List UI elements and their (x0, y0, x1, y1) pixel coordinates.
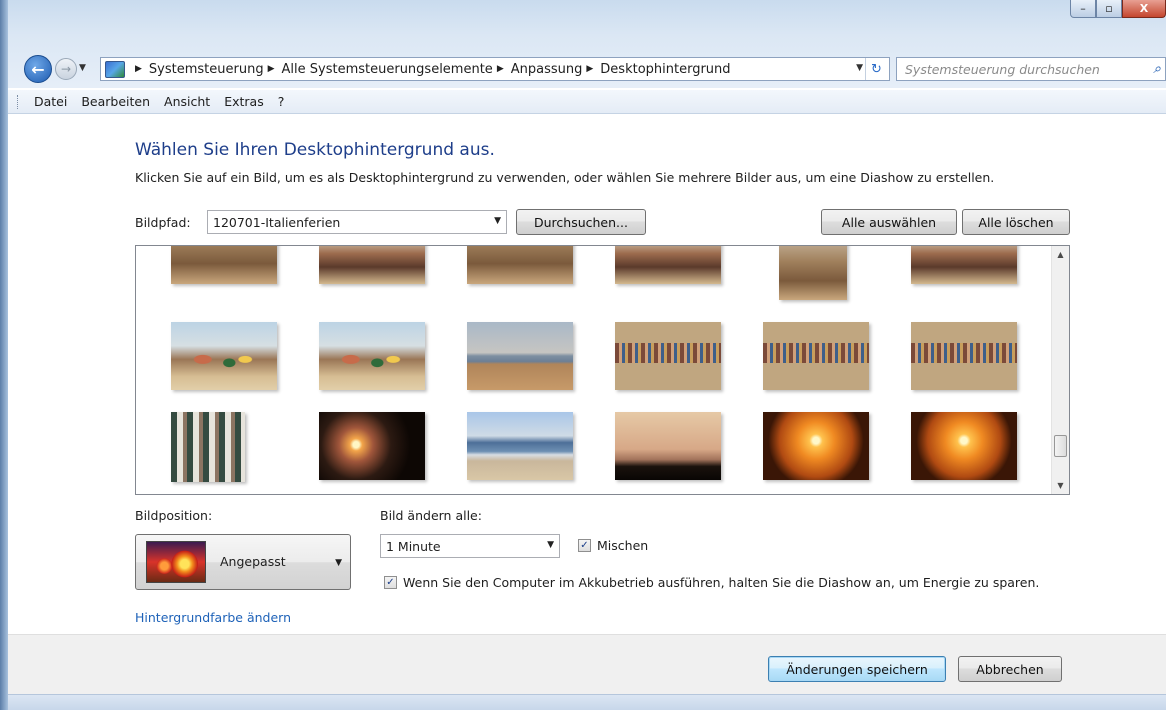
control-panel-icon (105, 60, 125, 78)
picture-path-label: Bildpfad: (135, 215, 191, 230)
background-color-link[interactable]: Hintergrundfarbe ändern (135, 610, 291, 625)
battery-pause-label[interactable]: Wenn Sie den Computer im Akkubetrieb aus… (403, 575, 1039, 590)
shuffle-checkbox[interactable]: ✓ (578, 539, 591, 552)
menu-item-help[interactable]: ? (278, 94, 285, 109)
browse-button[interactable]: Durchsuchen... (516, 209, 646, 235)
checkmark-icon: ✓ (580, 539, 589, 551)
navigation-bar: ← → ▼ ▶ Systemsteuerung ▶ Alle Systemste… (8, 54, 1166, 84)
menu-grip (17, 95, 19, 109)
checkmark-icon: ✓ (386, 576, 395, 588)
wallpaper-thumbnail[interactable] (171, 412, 245, 482)
menu-item-extras[interactable]: Extras (224, 94, 264, 109)
recent-pages-dropdown[interactable]: ▼ (79, 63, 86, 73)
wallpaper-thumbnail[interactable] (615, 322, 721, 390)
forward-arrow-icon: → (60, 62, 72, 76)
thumbnail-grid (136, 246, 1049, 494)
maximize-button[interactable]: ▫ (1096, 0, 1122, 18)
wallpaper-thumbnail[interactable] (911, 322, 1017, 390)
dialog-footer: Änderungen speichern Abbrechen (8, 634, 1166, 694)
back-arrow-icon: ← (31, 59, 45, 79)
wallpaper-thumbnail[interactable] (319, 246, 425, 284)
picture-path-select[interactable]: 120701-Italienferien ▼ (207, 210, 507, 234)
clear-all-button[interactable]: Alle löschen (962, 209, 1070, 235)
scrollbar-thumb[interactable] (1054, 435, 1067, 457)
menu-bar: Datei Bearbeiten Ansicht Extras ? (8, 90, 1166, 114)
wallpaper-thumbnail[interactable] (171, 246, 277, 284)
title-bar: – ▫ X ← → ▼ ▶ Systemsteuerung ▶ Alle Sys… (8, 0, 1166, 88)
wallpaper-thumbnail[interactable] (779, 246, 847, 300)
battery-pause-checkbox[interactable]: ✓ (384, 576, 397, 589)
picture-path-value: 120701-Italienferien (213, 214, 341, 230)
breadcrumb: ▶ Systemsteuerung ▶ Alle Systemsteuerung… (131, 62, 731, 77)
picture-position-select[interactable]: Angepasst ▼ (135, 534, 351, 590)
close-button[interactable]: X (1122, 0, 1166, 18)
wallpaper-thumbnail[interactable] (911, 246, 1017, 284)
breadcrumb-separator-icon[interactable]: ▶ (135, 64, 142, 74)
breadcrumb-separator-icon[interactable]: ▶ (586, 64, 593, 74)
wallpaper-thumbnail[interactable] (467, 246, 573, 284)
wallpaper-thumbnail[interactable] (171, 322, 277, 390)
wallpaper-thumbnail[interactable] (763, 322, 869, 390)
chevron-down-icon: ▼ (494, 216, 501, 226)
refresh-button[interactable]: ↻ (865, 58, 887, 80)
refresh-icon: ↻ (871, 61, 882, 77)
breadcrumb-item-anpassung[interactable]: Anpassung (511, 62, 583, 77)
chevron-down-icon: ▼ (547, 540, 554, 550)
breadcrumb-item-alle-elemente[interactable]: Alle Systemsteuerungselemente (282, 62, 493, 77)
wallpaper-thumbnail[interactable] (615, 412, 721, 480)
back-button[interactable]: ← (24, 55, 52, 83)
gallery-scrollbar[interactable]: ▲ ▼ (1051, 246, 1069, 494)
menu-item-datei[interactable]: Datei (34, 94, 67, 109)
menu-item-ansicht[interactable]: Ansicht (164, 94, 210, 109)
search-input[interactable]: Systemsteuerung durchsuchen ⌕ (896, 57, 1166, 81)
minimize-button[interactable]: – (1070, 0, 1096, 18)
address-dropdown-icon[interactable]: ▼ (856, 63, 863, 73)
save-changes-button[interactable]: Änderungen speichern (768, 656, 946, 682)
wallpaper-thumbnail[interactable] (615, 246, 721, 284)
wallpaper-thumbnail[interactable] (911, 412, 1017, 480)
wallpaper-thumbnail[interactable] (467, 322, 573, 390)
interval-value: 1 Minute (386, 538, 441, 554)
control-panel-window: – ▫ X ← → ▼ ▶ Systemsteuerung ▶ Alle Sys… (8, 0, 1166, 710)
wallpaper-thumbnail[interactable] (467, 412, 573, 480)
search-placeholder: Systemsteuerung durchsuchen (905, 61, 1100, 77)
shuffle-label[interactable]: Mischen (597, 538, 648, 553)
position-preview-icon (146, 541, 206, 583)
forward-button[interactable]: → (55, 58, 77, 80)
page-description: Klicken Sie auf ein Bild, um es als Desk… (135, 170, 995, 185)
page-title: Wählen Sie Ihren Desktophintergrund aus. (135, 140, 495, 160)
scroll-down-icon[interactable]: ▼ (1052, 477, 1069, 494)
picture-position-label: Bildposition: (135, 508, 213, 523)
window-edge (0, 0, 8, 710)
chevron-down-icon: ▼ (335, 558, 342, 568)
search-icon[interactable]: ⌕ (1153, 61, 1161, 77)
address-bar[interactable]: ▶ Systemsteuerung ▶ Alle Systemsteuerung… (100, 57, 890, 81)
wallpaper-thumbnail[interactable] (319, 412, 425, 480)
breadcrumb-separator-icon[interactable]: ▶ (268, 64, 275, 74)
window-caption-buttons: – ▫ X (1070, 0, 1166, 18)
interval-select[interactable]: 1 Minute ▼ (380, 534, 560, 558)
scroll-up-icon[interactable]: ▲ (1052, 246, 1069, 263)
picture-position-value: Angepasst (220, 554, 286, 569)
breadcrumb-item-systemsteuerung[interactable]: Systemsteuerung (149, 62, 264, 77)
breadcrumb-item-desktophintergrund[interactable]: Desktophintergrund (600, 62, 730, 77)
select-all-button[interactable]: Alle auswählen (821, 209, 957, 235)
picture-path-row: Bildpfad: 120701-Italienferien ▼ Durchsu… (135, 208, 1070, 238)
breadcrumb-separator-icon[interactable]: ▶ (497, 64, 504, 74)
wallpaper-thumbnail[interactable] (763, 412, 869, 480)
wallpaper-thumbnail[interactable] (319, 322, 425, 390)
menu-item-bearbeiten[interactable]: Bearbeiten (81, 94, 150, 109)
picture-gallery: ▲ ▼ (135, 245, 1070, 495)
interval-label: Bild ändern alle: (380, 508, 482, 523)
status-strip (8, 694, 1166, 710)
main-content: Wählen Sie Ihren Desktophintergrund aus.… (8, 114, 1166, 634)
cancel-button[interactable]: Abbrechen (958, 656, 1062, 682)
